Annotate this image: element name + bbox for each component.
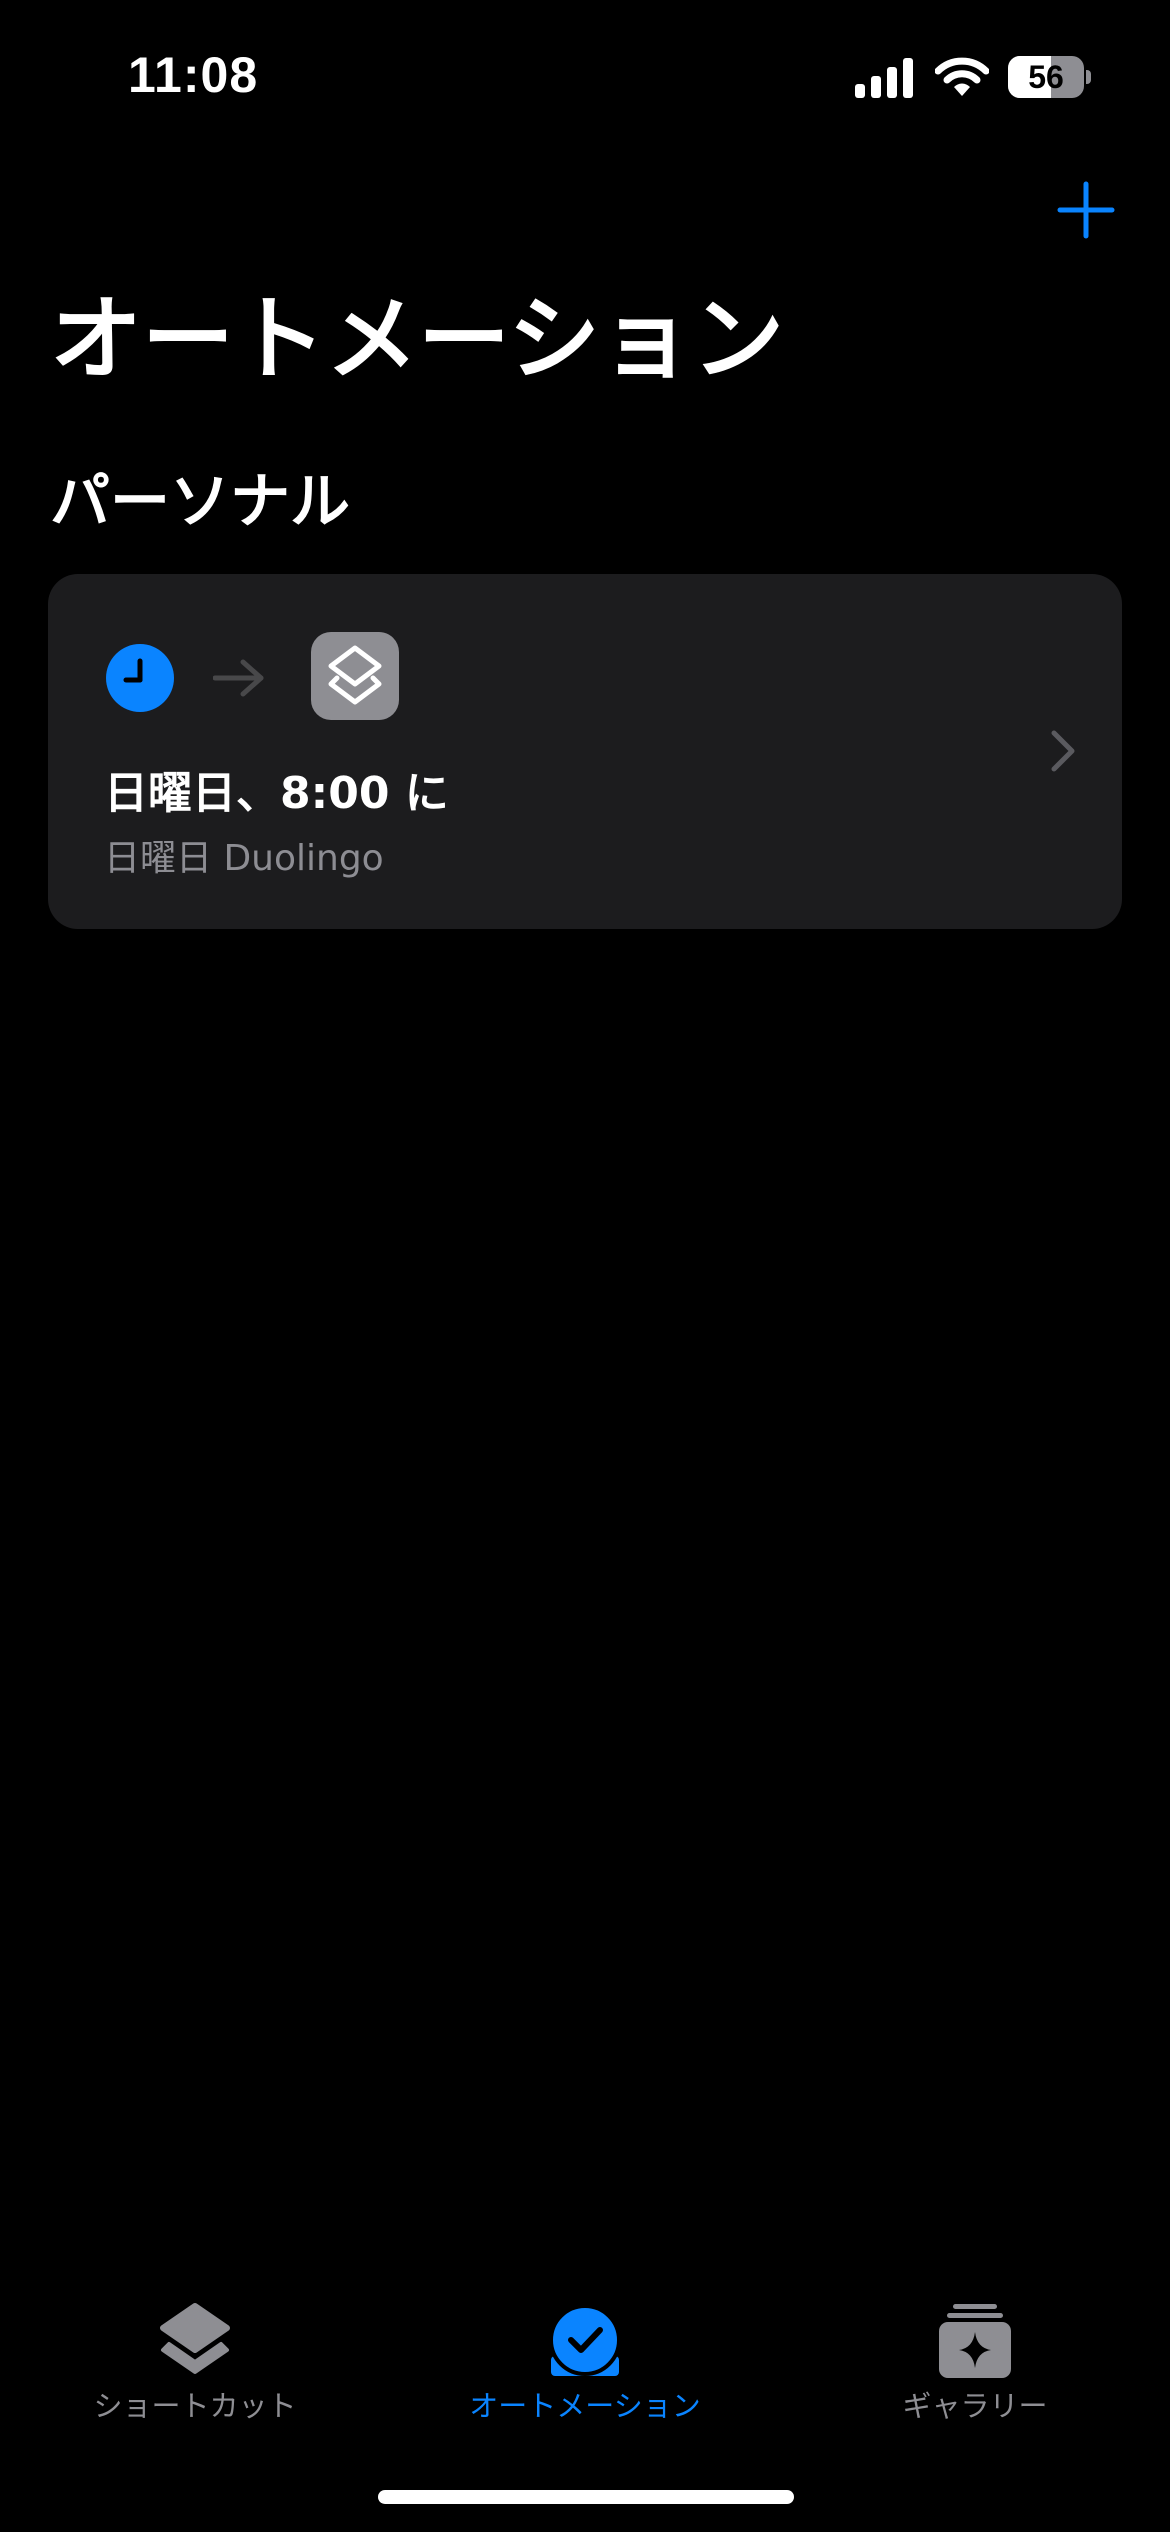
add-automation-button[interactable] [1056,180,1116,240]
wifi-icon [935,57,989,96]
automation-title: 日曜日、8:00 に [104,768,449,819]
shortcuts-stack-icon [160,2303,230,2374]
tab-shortcuts[interactable]: ショートカット [0,2280,390,2440]
tab-gallery[interactable]: ギャラリー [780,2280,1170,2440]
clock-icon [106,644,174,712]
tab-gallery-label: ギャラリー [902,2389,1048,2423]
battery-icon: 56 [1008,56,1091,98]
tab-automation[interactable]: オートメーション [390,2280,780,2440]
automation-card[interactable]: 日曜日、8:00 に 日曜日 Duolingo [48,574,1122,929]
battery-level: 56 [1028,59,1064,95]
chevron-right-icon [1051,730,1075,772]
home-indicator [378,2490,794,2504]
status-bar: 11:08 56 [0,0,1170,150]
plus-icon [1057,181,1115,239]
section-header-personal: パーソナル [50,467,350,537]
tab-automation-label: オートメーション [469,2389,701,2423]
gallery-sparkle-icon [939,2304,1011,2378]
arrow-right-icon [213,659,264,697]
tab-shortcuts-label: ショートカット [93,2389,297,2423]
shortcuts-app-icon [311,632,399,720]
page-title: オートメーション [50,286,785,393]
automation-check-icon [549,2304,621,2376]
automation-subtitle: 日曜日 Duolingo [104,838,384,879]
cellular-signal-icon [855,58,913,98]
status-time: 11:08 [128,47,259,103]
